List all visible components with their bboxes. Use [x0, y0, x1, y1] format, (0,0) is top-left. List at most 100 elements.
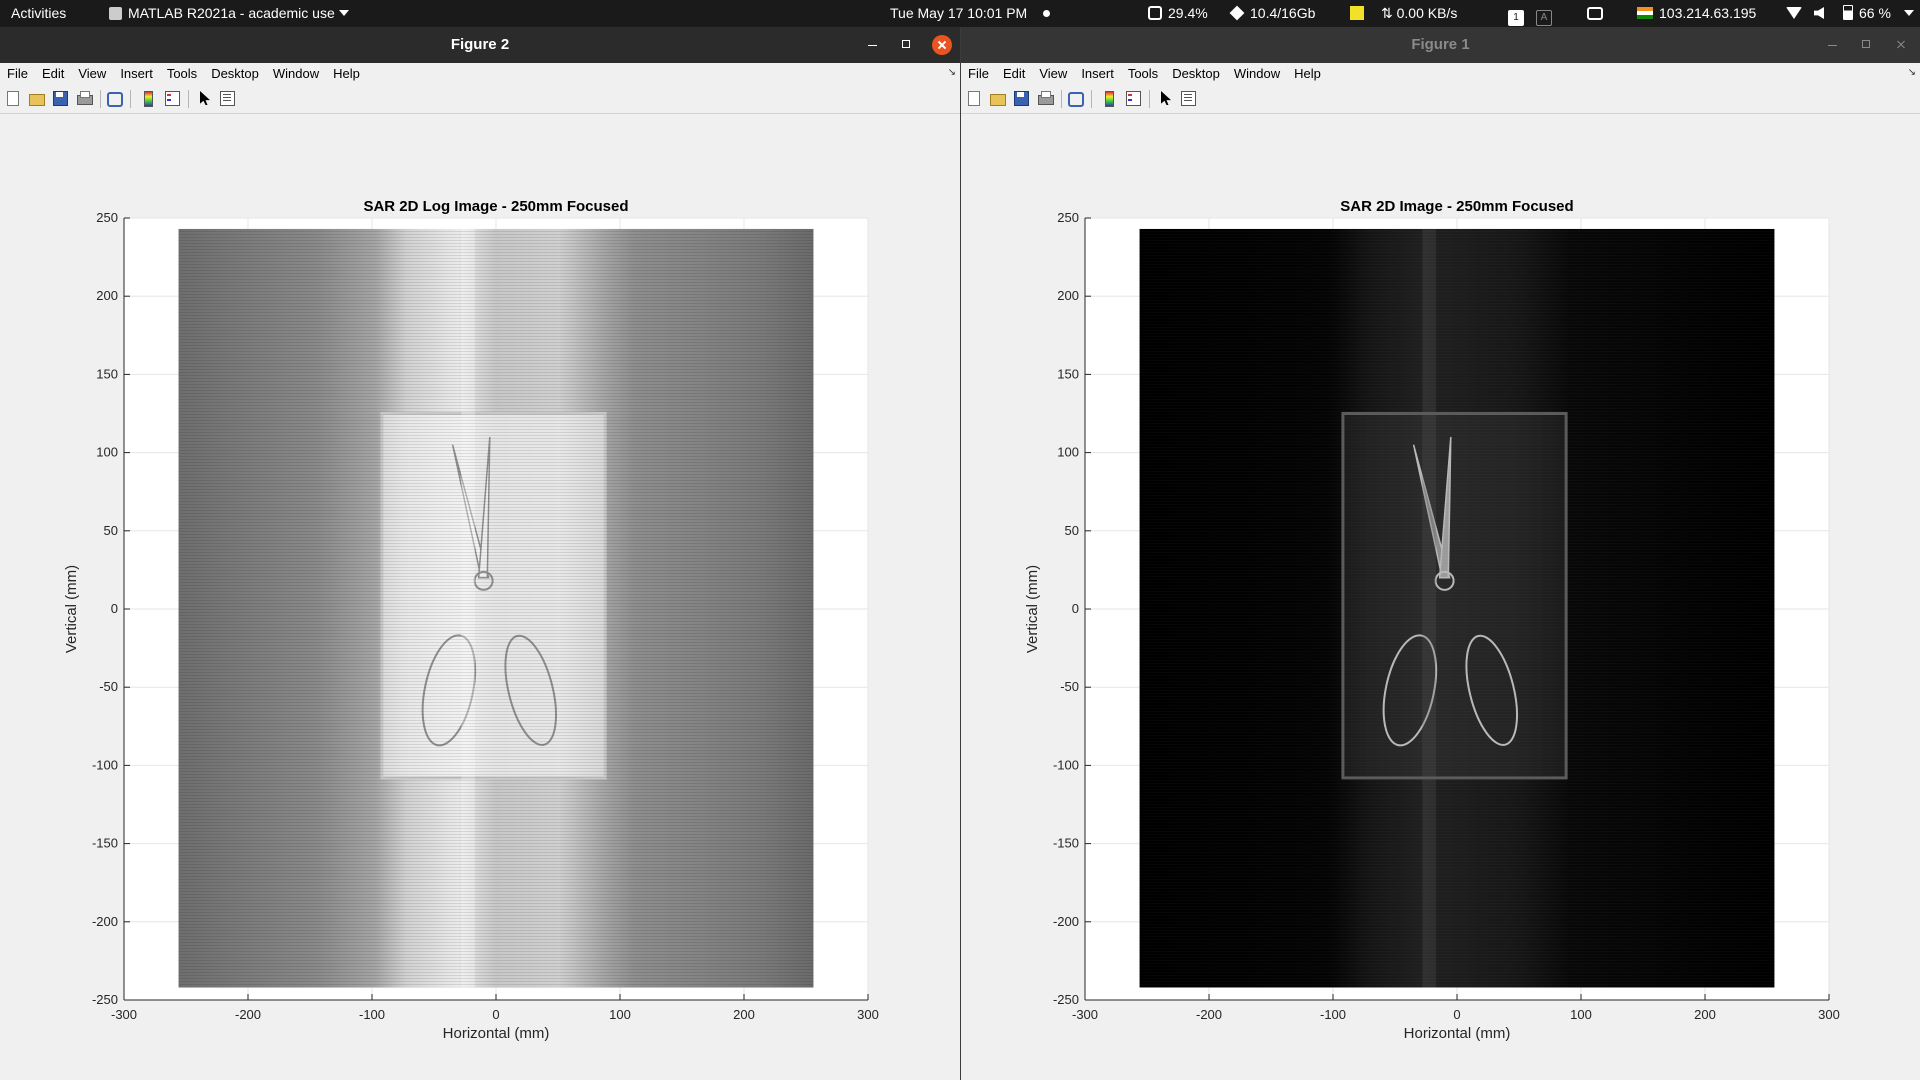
toolbar-separator: [1149, 90, 1150, 108]
x-tick-label: -100: [359, 1007, 385, 1022]
y-tick-label: -100: [1053, 757, 1079, 772]
sar-image-axes[interactable]: -300 -200 -100 0 100 200 300 250 200 150 100 50 0 -50…: [961, 114, 1920, 1080]
sar-image: [178, 228, 814, 988]
save-icon[interactable]: [1013, 90, 1029, 106]
minimize-button[interactable]: [860, 27, 886, 63]
close-button[interactable]: [1888, 27, 1914, 63]
x-tick-label: 100: [609, 1007, 631, 1022]
maximize-button[interactable]: [894, 27, 920, 63]
close-button[interactable]: [932, 35, 952, 55]
battery-icon: [1843, 5, 1853, 20]
window-titlebar[interactable]: Figure 2: [0, 27, 960, 63]
sar-image: [1139, 228, 1775, 988]
y-tick-label: 150: [96, 366, 118, 381]
menu-file[interactable]: File: [0, 63, 35, 85]
workspace-1-indicator[interactable]: 1: [1508, 0, 1530, 27]
y-tick-label: -250: [92, 992, 118, 1007]
chevron-down-icon: [338, 10, 349, 16]
figure-canvas[interactable]: -300 -200 -100 0 100 200 300 250 200 150 100 50 0 -50…: [961, 114, 1920, 1080]
legend-icon[interactable]: [164, 90, 180, 106]
minimize-button[interactable]: [1820, 27, 1846, 63]
activities-button[interactable]: Activities: [11, 0, 66, 27]
x-tick-label: 300: [1818, 1007, 1840, 1022]
menu-help[interactable]: Help: [1287, 63, 1328, 85]
new-figure-icon[interactable]: [5, 90, 21, 106]
x-tick-label: 200: [733, 1007, 755, 1022]
sticky-note-icon: [1350, 6, 1364, 20]
menu-help[interactable]: Help: [326, 63, 367, 85]
network-indicator[interactable]: ⇅ 0.00 KB/s: [1381, 0, 1457, 27]
battery-value: 66 %: [1859, 5, 1891, 21]
y-tick-label: 200: [1057, 288, 1079, 303]
menu-bar: File Edit View Insert Tools Desktop Window Help…: [961, 63, 1920, 85]
x-tick-label: -200: [1196, 1007, 1222, 1022]
colorbar-icon[interactable]: [1101, 90, 1117, 107]
pointer-icon[interactable]: [197, 90, 213, 106]
toolbar-separator: [1091, 90, 1092, 108]
workspace-2-indicator[interactable]: A: [1536, 0, 1558, 27]
cpu-icon: [1148, 6, 1162, 20]
menu-file[interactable]: File: [961, 63, 996, 85]
y-tick-label: 250: [1057, 210, 1079, 225]
memory-icon: [1229, 5, 1245, 21]
y-tick-label: 0: [111, 601, 118, 616]
x-tick-label: -300: [111, 1007, 137, 1022]
colorbar-icon[interactable]: [140, 90, 156, 107]
window-titlebar[interactable]: Figure 1: [961, 27, 1920, 63]
cpu-indicator[interactable]: 29.4%: [1148, 0, 1208, 27]
app-menu-label: MATLAB R2021a - academic use: [128, 5, 335, 21]
system-top-bar: Activities MATLAB R2021a - academic use …: [0, 0, 1920, 27]
save-icon[interactable]: [52, 90, 68, 106]
figure-canvas[interactable]: -300 -200 -100 0 100 200 300 250 200 150 100 50 0 -50…: [0, 114, 960, 1080]
volume-icon: [1814, 7, 1824, 19]
notification-dot-icon: [1043, 10, 1051, 17]
menu-window[interactable]: Window: [1227, 63, 1287, 85]
link-plot-icon[interactable]: [1067, 90, 1084, 107]
battery-indicator[interactable]: 66 %: [1843, 0, 1891, 27]
india-flag-icon: [1637, 7, 1653, 19]
x-tick-label: 0: [492, 1007, 499, 1022]
open-file-icon[interactable]: [28, 90, 45, 106]
link-plot-icon[interactable]: [106, 90, 123, 107]
sar-log-image-axes[interactable]: -300 -200 -100 0 100 200 300 250 200 150 100 50 0 -50…: [0, 114, 960, 1080]
dock-arrow-icon[interactable]: ↘: [1908, 67, 1916, 78]
x-tick-label: 100: [1570, 1007, 1592, 1022]
wifi-indicator[interactable]: [1786, 0, 1808, 27]
y-tick-label: -200: [92, 914, 118, 929]
app-menu[interactable]: MATLAB R2021a - academic use: [109, 0, 349, 27]
menu-tools[interactable]: Tools: [160, 63, 204, 85]
menu-insert[interactable]: Insert: [113, 63, 160, 85]
x-tick-label: -300: [1072, 1007, 1098, 1022]
memory-indicator[interactable]: 10.4/16Gb: [1229, 0, 1315, 27]
print-icon[interactable]: [76, 90, 93, 106]
scan-striping: [178, 228, 814, 988]
dock-arrow-icon[interactable]: ↘: [948, 67, 956, 78]
property-inspector-icon[interactable]: [1180, 90, 1196, 106]
open-file-icon[interactable]: [989, 90, 1006, 106]
new-figure-icon[interactable]: [966, 90, 982, 106]
maximize-button[interactable]: [1854, 27, 1880, 63]
volume-indicator[interactable]: [1814, 0, 1830, 27]
y-tick-label: -50: [99, 679, 118, 694]
print-icon[interactable]: [1037, 90, 1054, 106]
property-inspector-icon[interactable]: [219, 90, 235, 106]
system-menu[interactable]: [1900, 0, 1914, 27]
menu-bar: File Edit View Insert Tools Desktop Window Help…: [0, 63, 960, 85]
menu-edit[interactable]: Edit: [35, 63, 71, 85]
screenshot-indicator[interactable]: [1587, 0, 1609, 27]
pointer-icon[interactable]: [1158, 90, 1174, 106]
menu-edit[interactable]: Edit: [996, 63, 1032, 85]
menu-view[interactable]: View: [1032, 63, 1074, 85]
menu-tools[interactable]: Tools: [1121, 63, 1165, 85]
menu-view[interactable]: View: [71, 63, 113, 85]
y-tick-label: 50: [104, 523, 118, 538]
ip-indicator[interactable]: 103.214.63.195: [1637, 0, 1756, 27]
workspace-1-icon: 1: [1508, 10, 1524, 26]
menu-insert[interactable]: Insert: [1074, 63, 1121, 85]
menu-desktop[interactable]: Desktop: [1165, 63, 1227, 85]
notes-indicator[interactable]: [1350, 0, 1370, 27]
legend-icon[interactable]: [1125, 90, 1141, 106]
menu-desktop[interactable]: Desktop: [204, 63, 266, 85]
clock[interactable]: Tue May 17 10:01 PM: [890, 0, 1051, 27]
menu-window[interactable]: Window: [266, 63, 326, 85]
